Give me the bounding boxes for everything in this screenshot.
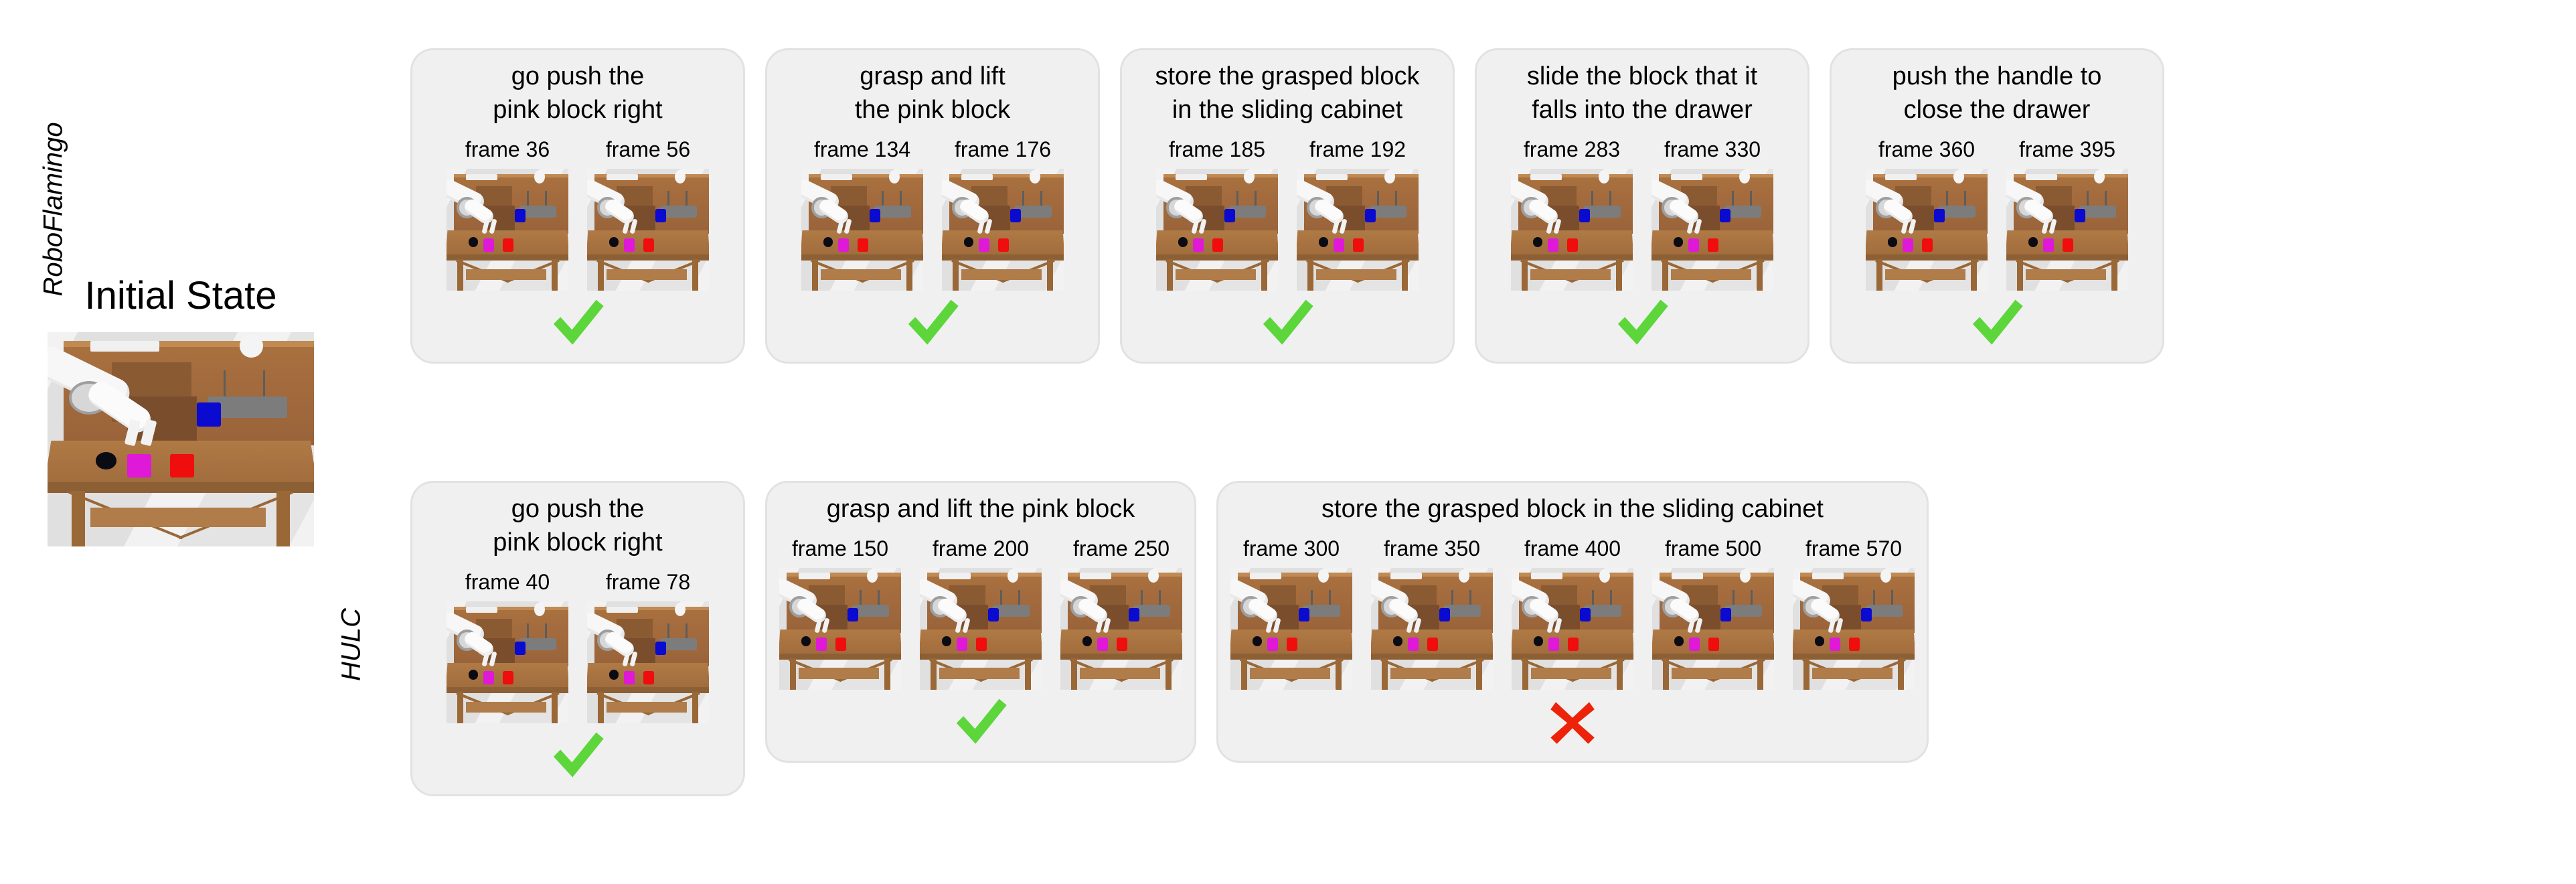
frame-cell[interactable]: frame 360: [1866, 137, 1988, 291]
frame-strip: frame 283 frame 330: [1511, 137, 1773, 291]
frame-scene-image: [1793, 568, 1915, 690]
frame-scene-image: [447, 169, 568, 291]
frame-label: frame 395: [2018, 137, 2116, 162]
task-instruction: grasp and lift the pink block: [826, 495, 1135, 523]
frame-scene-image: [587, 601, 709, 724]
cross-icon: [1230, 690, 1915, 754]
frame-label: frame 500: [1664, 536, 1762, 561]
frame-label: frame 360: [1878, 137, 1976, 162]
frame-cell[interactable]: frame 192: [1297, 137, 1419, 291]
frame-cell[interactable]: frame 56: [587, 137, 709, 291]
check-icon: [1134, 291, 1441, 355]
initial-state-scene-image: [48, 332, 314, 546]
frame-strip: frame 300 frame 350 frame 400 frame 500 fram…: [1230, 536, 1915, 690]
frame-scene-image: [1866, 169, 1988, 291]
frame-scene-image: [1511, 169, 1633, 291]
frame-cell[interactable]: frame 300: [1230, 536, 1352, 690]
row-label-hulc: HULC: [336, 608, 366, 681]
frame-cell[interactable]: frame 36: [447, 137, 568, 291]
frame-scene-image: [1156, 169, 1278, 291]
frame-scene-image: [447, 601, 568, 724]
task-panel[interactable]: push the handle to close the drawer frame…: [1830, 48, 2164, 364]
frame-cell[interactable]: frame 400: [1512, 536, 1633, 690]
frame-label: frame 300: [1242, 536, 1340, 561]
frame-cell[interactable]: frame 200: [920, 536, 1042, 690]
frame-cell[interactable]: frame 134: [801, 137, 923, 291]
frame-cell[interactable]: frame 350: [1371, 536, 1493, 690]
initial-state-block: Initial State: [40, 275, 321, 546]
frame-scene-image: [1371, 568, 1493, 690]
frame-label: frame 250: [1072, 536, 1170, 561]
check-icon: [1489, 291, 1795, 355]
row-hulc: go push the pink block right frame 40 fram…: [410, 481, 1929, 797]
frame-cell[interactable]: frame 78: [587, 570, 709, 724]
task-panel[interactable]: go push the pink block right frame 40 fram…: [410, 481, 745, 797]
frame-label: frame 176: [954, 137, 1052, 162]
frame-strip: frame 36 frame 56: [447, 137, 709, 291]
frame-label: frame 185: [1168, 137, 1266, 162]
task-instruction: store the grasped block in the sliding c…: [1321, 495, 1824, 523]
row-roboflamingo: go push the pink block right frame 36 fram…: [410, 48, 2164, 364]
frame-strip: frame 185 frame 192: [1156, 137, 1419, 291]
frame-label: frame 400: [1524, 536, 1621, 561]
frame-cell[interactable]: frame 395: [2006, 137, 2128, 291]
frame-label: frame 200: [932, 536, 1030, 561]
frame-label: frame 283: [1523, 137, 1621, 162]
frame-scene-image: [1652, 169, 1773, 291]
frame-label: frame 150: [791, 536, 889, 561]
initial-state-title: Initial State: [84, 274, 277, 317]
frame-cell[interactable]: frame 150: [779, 536, 901, 690]
check-icon: [1844, 291, 2150, 355]
frame-scene-image: [920, 568, 1042, 690]
frame-label: frame 330: [1664, 137, 1761, 162]
task-panel[interactable]: store the grasped block in the sliding c…: [1216, 481, 1929, 763]
check-icon: [779, 690, 1182, 754]
frame-label: frame 570: [1805, 536, 1903, 561]
check-icon: [424, 723, 731, 788]
task-instruction: slide the block that it falls into the d…: [1526, 62, 1758, 125]
task-panel[interactable]: go push the pink block right frame 36 fram…: [410, 48, 745, 364]
frame-cell[interactable]: frame 250: [1060, 536, 1182, 690]
task-instruction: push the handle to close the drawer: [1892, 62, 2102, 125]
frame-scene-image: [1652, 568, 1774, 690]
check-icon: [779, 291, 1086, 355]
row-label-roboflamingo: RoboFlamingo: [38, 122, 68, 297]
frame-label: frame 40: [465, 570, 550, 595]
task-instruction: go push the pink block right: [493, 62, 663, 125]
frame-strip: frame 150 frame 200 frame 250: [779, 536, 1182, 690]
frame-label: frame 36: [465, 137, 550, 162]
frame-scene-image: [1512, 568, 1633, 690]
frame-label: frame 350: [1383, 536, 1481, 561]
frame-strip: frame 40 frame 78: [447, 570, 709, 724]
check-icon: [424, 291, 731, 355]
frame-strip: frame 134 frame 176: [801, 137, 1064, 291]
frame-label: frame 192: [1309, 137, 1406, 162]
frame-cell[interactable]: frame 330: [1652, 137, 1773, 291]
frame-scene-image: [587, 169, 709, 291]
frame-cell[interactable]: frame 283: [1511, 137, 1633, 291]
task-panel[interactable]: grasp and lift the pink block frame 150 fr…: [765, 481, 1196, 763]
frame-cell[interactable]: frame 40: [447, 570, 568, 724]
frame-scene-image: [801, 169, 923, 291]
frame-scene-image: [2006, 169, 2128, 291]
frame-scene-image: [779, 568, 901, 690]
task-panel[interactable]: slide the block that it falls into the d…: [1475, 48, 1809, 364]
task-panel[interactable]: store the grasped block in the sliding c…: [1120, 48, 1455, 364]
frame-cell[interactable]: frame 176: [942, 137, 1064, 291]
task-panel[interactable]: grasp and lift the pink block frame 134 fr…: [765, 48, 1100, 364]
frame-scene-image: [1060, 568, 1182, 690]
frame-scene-image: [942, 169, 1064, 291]
frame-cell[interactable]: frame 185: [1156, 137, 1278, 291]
frame-scene-image: [1297, 169, 1419, 291]
task-instruction: grasp and lift the pink block: [854, 62, 1011, 125]
task-instruction: store the grasped block in the sliding c…: [1155, 62, 1420, 125]
task-instruction: go push the pink block right: [493, 495, 663, 557]
frame-cell[interactable]: frame 500: [1652, 536, 1774, 690]
frame-label: frame 56: [605, 137, 691, 162]
frame-scene-image: [1230, 568, 1352, 690]
frame-label: frame 134: [813, 137, 911, 162]
frame-cell[interactable]: frame 570: [1793, 536, 1915, 690]
frame-strip: frame 360 frame 395: [1866, 137, 2128, 291]
frame-label: frame 78: [605, 570, 691, 595]
